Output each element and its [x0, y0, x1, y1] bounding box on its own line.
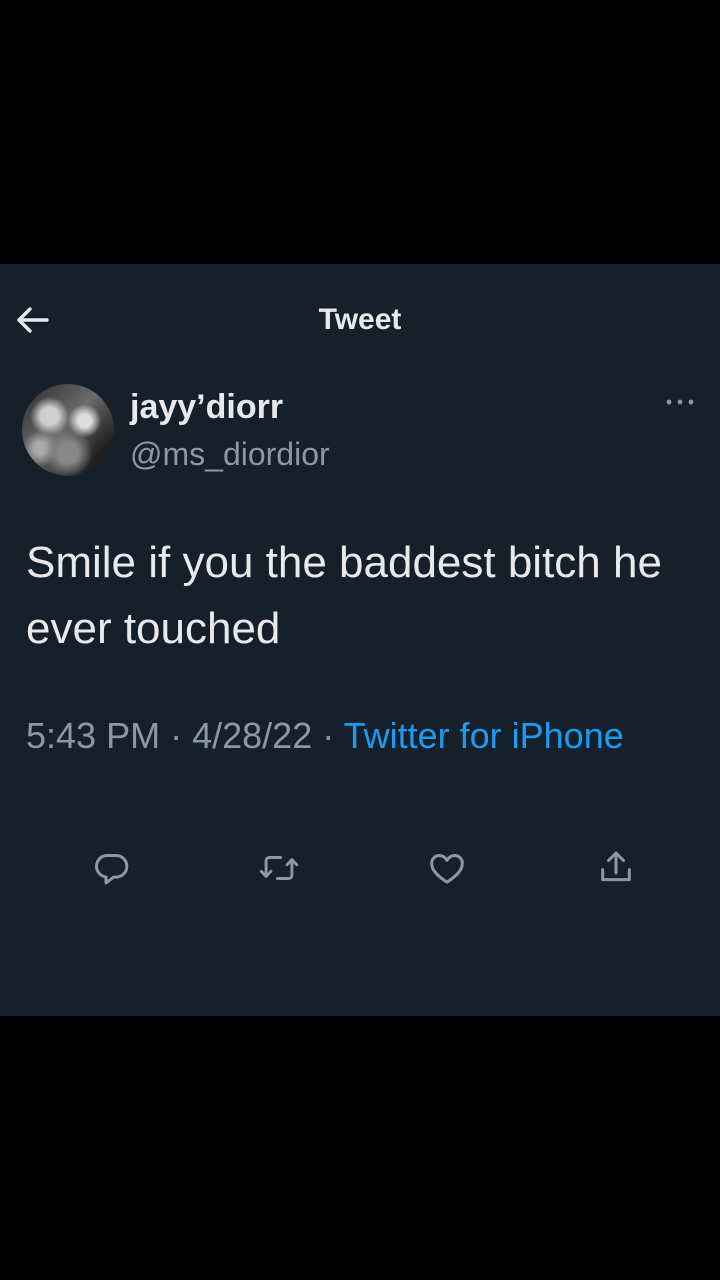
avatar[interactable]	[22, 384, 114, 476]
tweet-metadata: 5:43 PM · 4/28/22 · Twitter for iPhone	[26, 710, 626, 762]
tweet-text: Smile if you the baddest bitch he ever t…	[26, 538, 662, 653]
header-bar: Tweet	[0, 264, 720, 376]
screen: Tweet jayy’diorr @ms_diordior Smile if y…	[0, 0, 720, 1280]
like-button[interactable]	[423, 844, 471, 892]
author-handle[interactable]: @ms_diordior	[130, 434, 330, 474]
tweet-date: 4/28/22	[192, 715, 313, 756]
more-options-button[interactable]	[660, 392, 700, 412]
tweet-source-link[interactable]: Twitter for iPhone	[344, 715, 624, 756]
reply-button[interactable]	[87, 844, 135, 892]
share-icon	[601, 851, 631, 882]
more-horizontal-icon	[666, 399, 694, 405]
retweet-button[interactable]	[255, 844, 303, 892]
reply-icon	[95, 854, 129, 885]
author-display-name[interactable]: jayy’diorr	[130, 386, 283, 428]
tweet-panel: Tweet jayy’diorr @ms_diordior Smile if y…	[0, 264, 720, 1016]
meta-separator: ·	[170, 715, 183, 756]
page-title: Tweet	[318, 303, 402, 336]
meta-separator: ·	[322, 715, 335, 756]
tweet-author[interactable]: jayy’diorr @ms_diordior	[22, 382, 622, 478]
retweet-icon	[259, 856, 299, 880]
share-button[interactable]	[592, 844, 640, 892]
like-icon	[430, 854, 464, 884]
tweet-time: 5:43 PM	[26, 715, 161, 756]
tweet-actions	[0, 844, 720, 892]
